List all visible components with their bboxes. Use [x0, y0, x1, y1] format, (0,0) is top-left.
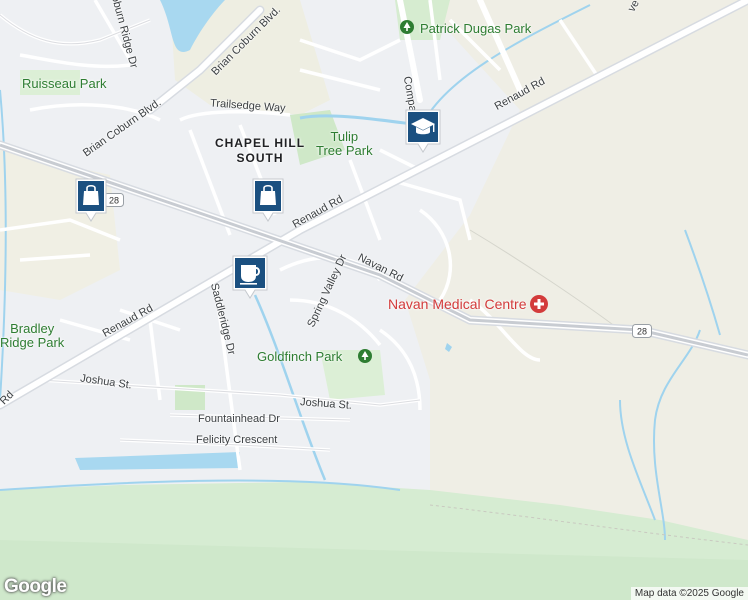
cafe-pin[interactable]	[231, 254, 268, 299]
park-tree-icon[interactable]	[400, 20, 414, 34]
shopping-bag-icon	[252, 178, 284, 222]
park-label-goldfinch[interactable]: Goldfinch Park	[257, 349, 342, 364]
street-label-fountainhead: Fountainhead Dr	[198, 413, 280, 425]
route-badge-28: 28	[632, 324, 652, 338]
route-badge-text: 28	[109, 196, 119, 206]
coffee-cup-icon	[232, 255, 268, 299]
park-label-ruisseau[interactable]: Ruisseau Park	[22, 76, 107, 91]
neighbourhood-label: CHAPEL HILL SOUTH	[214, 136, 306, 165]
google-logo[interactable]: Google	[4, 576, 67, 598]
street-label-felicity: Felicity Crescent	[196, 434, 278, 446]
route-badge-text: 28	[637, 327, 647, 337]
park-label-tulip-tree[interactable]: Tulip Tree Park	[316, 130, 373, 158]
poi-label-medical[interactable]: Navan Medical Centre	[388, 296, 527, 312]
shopping-pin[interactable]	[251, 177, 284, 222]
park-label-bradley-ridge[interactable]: Bradley Ridge Park	[0, 322, 64, 350]
shopping-pin[interactable]	[74, 177, 107, 222]
medical-cross-icon[interactable]	[530, 295, 548, 313]
map-canvas[interactable]: Renaud Rd Renaud Rd Renaud Rd Rd Navan R…	[0, 0, 748, 600]
park-label-patrick-dugas[interactable]: Patrick Dugas Park	[420, 21, 531, 36]
map-attribution[interactable]: Map data ©2025 Google	[630, 587, 748, 600]
map-base-layer	[0, 0, 748, 600]
graduation-cap-icon	[405, 109, 441, 153]
school-pin[interactable]	[404, 108, 441, 153]
park-tree-icon[interactable]	[358, 349, 372, 363]
shopping-bag-icon	[75, 178, 107, 222]
